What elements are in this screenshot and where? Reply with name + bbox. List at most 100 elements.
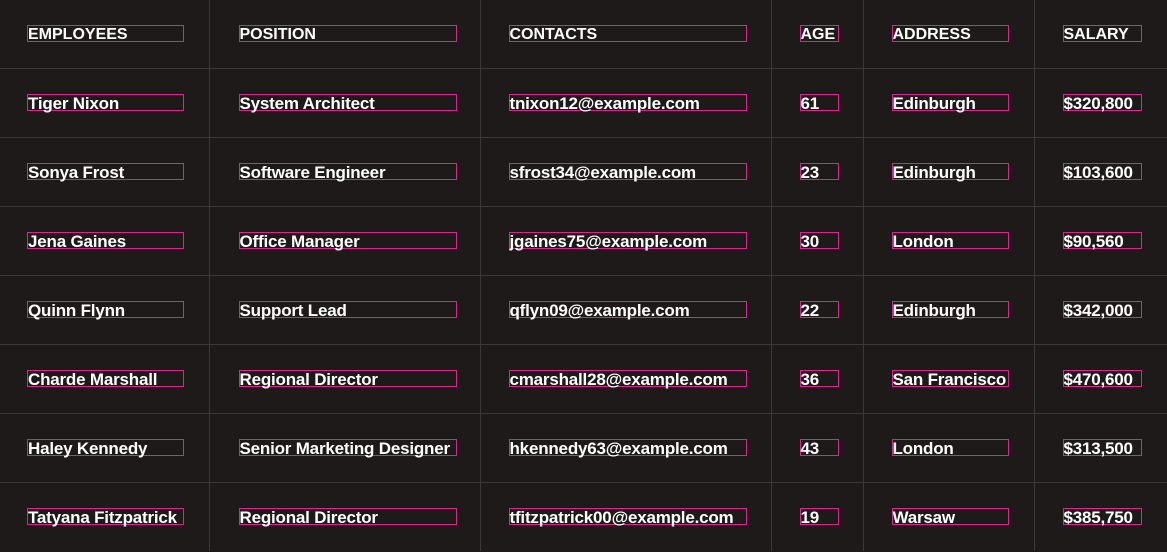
cell-employee: Tiger Nixon [0,68,210,138]
cell-salary: $90,560 [1034,206,1167,276]
cell-contact: sfrost34@example.com [480,137,772,207]
employee-email: qflyn09@example.com [508,301,747,319]
employee-age: 22 [799,301,839,319]
employee-salary: $342,000 [1062,301,1142,319]
header-position: POSITION [209,0,481,69]
table-row: Quinn Flynn Support Lead qflyn09@example… [0,275,1167,345]
employee-salary: $313,500 [1062,439,1142,457]
cell-contact: hkennedy63@example.com [480,413,772,483]
employee-position: Support Lead [238,301,457,319]
cell-salary: $385,750 [1034,482,1167,551]
employee-position: Software Engineer [238,163,457,181]
cell-contact: qflyn09@example.com [480,275,772,345]
table-row: Sonya Frost Software Engineer sfrost34@e… [0,137,1167,207]
employee-position: System Architect [238,94,457,112]
table-row: Charde Marshall Regional Director cmarsh… [0,344,1167,414]
employees-table: EMPLOYEES POSITION CONTACTS AGE ADDRESS … [0,0,1167,551]
employee-name: Quinn Flynn [27,301,184,319]
cell-position: Senior Marketing Designer [209,413,481,483]
table-row: Tatyana Fitzpatrick Regional Director tf… [0,482,1167,551]
employee-name: Tatyana Fitzpatrick [27,508,184,526]
cell-address: London [863,413,1035,483]
employee-address: Edinburgh [891,163,1009,181]
cell-contact: cmarshall28@example.com [480,344,772,414]
cell-age: 19 [771,482,864,551]
employee-position: Regional Director [238,508,457,526]
cell-address: London [863,206,1035,276]
employee-position: Senior Marketing Designer [238,439,457,457]
table-row: Jena Gaines Office Manager jgaines75@exa… [0,206,1167,276]
table-row: Haley Kennedy Senior Marketing Designer … [0,413,1167,483]
cell-salary: $313,500 [1034,413,1167,483]
employee-name: Haley Kennedy [27,439,184,457]
header-label: ADDRESS [891,25,1009,43]
cell-address: Edinburgh [863,275,1035,345]
employee-salary: $90,560 [1062,232,1142,250]
cell-position: Regional Director [209,482,481,551]
cell-contact: jgaines75@example.com [480,206,772,276]
employee-age: 61 [799,94,839,112]
cell-contact: tnixon12@example.com [480,68,772,138]
cell-age: 30 [771,206,864,276]
header-label: AGE [799,25,839,43]
header-contacts: CONTACTS [480,0,772,69]
cell-address: Edinburgh [863,137,1035,207]
cell-address: Edinburgh [863,68,1035,138]
employee-address: Warsaw [891,508,1009,526]
cell-salary: $103,600 [1034,137,1167,207]
cell-address: San Francisco [863,344,1035,414]
cell-position: Software Engineer [209,137,481,207]
cell-position: Support Lead [209,275,481,345]
cell-employee: Quinn Flynn [0,275,210,345]
cell-employee: Jena Gaines [0,206,210,276]
cell-employee: Haley Kennedy [0,413,210,483]
employee-email: tfitzpatrick00@example.com [508,508,747,526]
cell-age: 23 [771,137,864,207]
header-age: AGE [771,0,864,69]
employee-age: 23 [799,163,839,181]
employee-age: 43 [799,439,839,457]
employee-address: San Francisco [891,370,1009,388]
cell-salary: $320,800 [1034,68,1167,138]
cell-age: 22 [771,275,864,345]
employee-address: London [891,439,1009,457]
cell-employee: Charde Marshall [0,344,210,414]
cell-contact: tfitzpatrick00@example.com [480,482,772,551]
employee-email: jgaines75@example.com [508,232,747,250]
employee-salary: $103,600 [1062,163,1142,181]
employee-salary: $470,600 [1062,370,1142,388]
cell-age: 43 [771,413,864,483]
cell-age: 36 [771,344,864,414]
header-salary: SALARY [1034,0,1167,69]
cell-position: System Architect [209,68,481,138]
employee-age: 36 [799,370,839,388]
employee-name: Jena Gaines [27,232,184,250]
cell-salary: $342,000 [1034,275,1167,345]
cell-salary: $470,600 [1034,344,1167,414]
table-header-row: EMPLOYEES POSITION CONTACTS AGE ADDRESS … [0,0,1167,69]
cell-age: 61 [771,68,864,138]
header-label: SALARY [1062,25,1142,43]
employee-salary: $385,750 [1062,508,1142,526]
header-label: EMPLOYEES [27,25,184,43]
header-label: CONTACTS [508,25,747,43]
header-address: ADDRESS [863,0,1035,69]
employee-address: Edinburgh [891,94,1009,112]
employee-age: 19 [799,508,839,526]
employee-position: Office Manager [238,232,457,250]
table-row: Tiger Nixon System Architect tnixon12@ex… [0,68,1167,138]
employee-address: London [891,232,1009,250]
employee-salary: $320,800 [1062,94,1142,112]
employee-email: cmarshall28@example.com [508,370,747,388]
header-employees: EMPLOYEES [0,0,210,69]
employee-address: Edinburgh [891,301,1009,319]
employee-name: Tiger Nixon [27,94,184,112]
employee-name: Sonya Frost [27,163,184,181]
employee-email: tnixon12@example.com [508,94,747,112]
employee-email: hkennedy63@example.com [508,439,747,457]
employee-age: 30 [799,232,839,250]
cell-employee: Sonya Frost [0,137,210,207]
cell-position: Regional Director [209,344,481,414]
employee-name: Charde Marshall [27,370,184,388]
header-label: POSITION [238,25,457,43]
